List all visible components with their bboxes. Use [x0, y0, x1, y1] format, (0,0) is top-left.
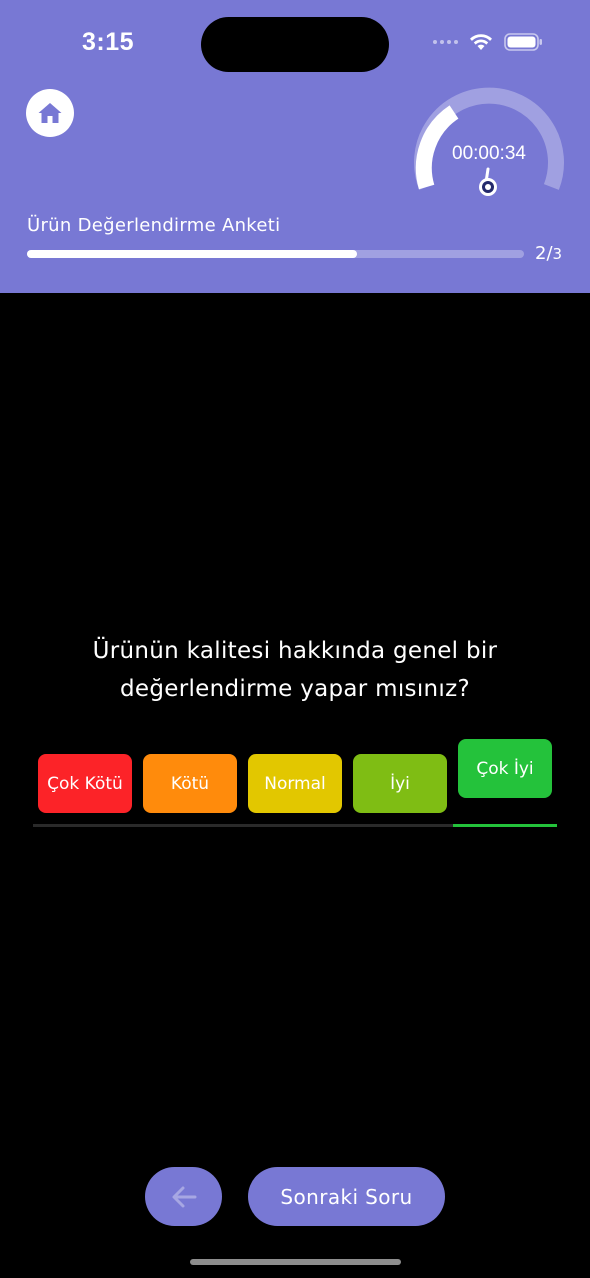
back-button[interactable] [145, 1167, 222, 1226]
status-time: 3:15 [82, 28, 135, 56]
home-indicator [190, 1259, 401, 1265]
progress-bar [27, 250, 524, 258]
battery-icon [504, 33, 542, 51]
rating-option-5[interactable]: Çok İyi [458, 739, 552, 798]
progress-total: 3 [552, 245, 563, 263]
rating-underline-5 [453, 824, 557, 827]
question-text: Ürünün kalitesi hakkında genel bir değer… [92, 638, 498, 702]
timer-gauge: 00:00:34 [412, 86, 566, 206]
progress-current: 2 [535, 243, 547, 264]
survey-screen: 3:15 00:00:34 Ürün Değerlendirme Anketi … [0, 0, 590, 1278]
rating-underline-1 [33, 824, 138, 827]
timer-text: 00:00:34 [452, 143, 526, 164]
progress-fill [27, 250, 357, 258]
status-icons [433, 32, 544, 52]
wifi-icon [470, 34, 492, 50]
rating-underline-2 [138, 824, 243, 827]
progress-count: 2/3 [535, 243, 562, 264]
cellular-signal-icon [433, 40, 458, 44]
survey-header: 3:15 00:00:34 Ürün Değerlendirme Anketi … [0, 0, 590, 293]
home-button[interactable] [26, 89, 74, 137]
rating-option-3[interactable]: Normal [248, 754, 342, 813]
next-question-button[interactable]: Sonraki Soru [248, 1167, 445, 1226]
rating-option-2[interactable]: Kötü [143, 754, 237, 813]
dynamic-island [201, 17, 389, 72]
rating-option-4[interactable]: İyi [353, 754, 447, 813]
arrow-left-icon [172, 1186, 196, 1207]
rating-options: Çok Kötü Kötü Normal İyi Çok İyi [33, 738, 557, 830]
home-icon [38, 103, 62, 123]
survey-title: Ürün Değerlendirme Anketi [27, 215, 281, 236]
rating-option-1[interactable]: Çok Kötü [38, 754, 132, 813]
rating-underline-3 [243, 824, 348, 827]
rating-underline-4 [348, 824, 453, 827]
